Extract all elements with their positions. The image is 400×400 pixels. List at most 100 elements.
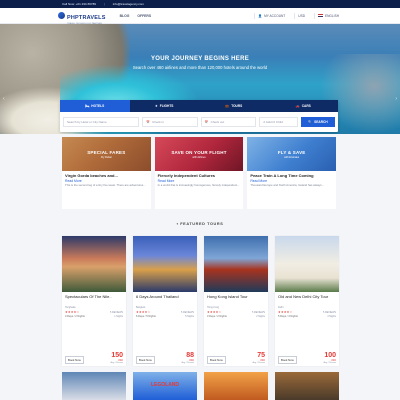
plane-icon: ✈ — [155, 104, 158, 108]
tab-cars[interactable]: 🚗 CARS — [268, 100, 338, 112]
search-label: SEARCH — [314, 120, 328, 124]
tour-image[interactable] — [133, 236, 197, 292]
tour-body: Old and New Delhi City Tour Delhi ★★★★☆ … — [275, 292, 339, 366]
nights-tag: 5 Nights — [185, 315, 194, 318]
header-actions: 👤 MY ACCOUNT USD ENGLISH — [254, 12, 342, 19]
account-label: MY ACCOUNT — [264, 13, 286, 18]
tour-image[interactable] — [204, 372, 268, 400]
tour-footer: Book Now 75 USD Avg / Person — [207, 352, 265, 364]
tour-card[interactable]: Hong Kong Island Tour Hong Kong ★★★★☆ 5 … — [204, 236, 268, 366]
per-person: Avg / Person — [181, 362, 194, 364]
banner-headline: FLY & SAVE — [277, 149, 306, 155]
email-text[interactable]: info@travelagency.com — [113, 2, 144, 6]
nav-blog[interactable]: BLOG — [120, 14, 130, 18]
tour-body: 6 Days Around Thailand Bangkok ★★★★☆ 5 R… — [133, 292, 197, 366]
tour-image[interactable]: LEGOLAND — [133, 372, 197, 400]
checkin-input[interactable]: 📅 Check in — [142, 117, 198, 127]
search-button[interactable]: 🔍 SEARCH — [300, 117, 336, 127]
suitcase-icon: 💼 — [225, 104, 230, 108]
tab-tours[interactable]: 💼 TOURS — [199, 100, 269, 112]
tour-name[interactable]: 6 Days Around Thailand — [136, 294, 194, 305]
book-now-button[interactable]: Book Now — [65, 356, 84, 364]
tour-location: Delhi — [278, 306, 284, 309]
per-person: Avg / Person — [110, 362, 123, 364]
hero-subtitle: Search over 460 airlines and more than 1… — [132, 65, 268, 70]
tour-image[interactable] — [62, 372, 126, 400]
offer-banner[interactable]: FLY & SAVE with Emirates — [247, 137, 337, 171]
price-block: 150 USD Avg / Person — [111, 352, 123, 364]
tour-name[interactable]: Old and New Delhi City Tour — [278, 294, 336, 305]
tour-location: Bangkok — [136, 306, 146, 309]
site-header: PHPTRAVELS TRAVEL TECHNOLOGY PARTNER BLO… — [0, 6, 400, 25]
search-fields: Search by Hotel or City Name 📅 Check in … — [60, 112, 338, 132]
duration: 5 Days / 4 Nights — [278, 315, 298, 318]
tour-footer: Book Now 88 USD Avg / Person — [136, 352, 194, 364]
review-count: 5 REVIEWS — [180, 310, 194, 314]
star-rating: ★★★★☆ — [65, 310, 80, 314]
offer-card[interactable]: SPECIAL FARES Fly Dubai Virgin Gorda bea… — [62, 137, 151, 209]
offer-excerpt: Thousand Europe and North America, Icela… — [250, 183, 325, 187]
offer-title[interactable]: Peace Train A Long Time Coming — [250, 173, 333, 178]
location-input[interactable]: Search by Hotel or City Name — [63, 117, 140, 127]
offer-banner[interactable]: SPECIAL FARES Fly Dubai — [62, 137, 151, 171]
guests-value: 2 Adult 0 Child — [263, 120, 283, 124]
tours-grid: Spectaculars Of The Nile.. Hurghada ★★★★… — [62, 236, 344, 366]
tab-hotels[interactable]: 🛏 HOTELS — [60, 100, 130, 112]
us-flag-icon — [318, 13, 323, 18]
account-menu[interactable]: 👤 MY ACCOUNT — [254, 12, 288, 19]
language-label: ENGLISH — [325, 13, 339, 18]
book-now-button[interactable]: Book Now — [278, 356, 297, 364]
tour-card[interactable]: Spectaculars Of The Nile.. Hurghada ★★★★… — [62, 236, 126, 366]
price: 88 — [186, 352, 194, 359]
tour-image[interactable] — [204, 236, 268, 292]
checkout-input[interactable]: 📅 Check out — [200, 117, 257, 127]
tour-name[interactable]: Hong Kong Island Tour — [207, 294, 265, 305]
logo[interactable]: PHPTRAVELS TRAVEL TECHNOLOGY PARTNER — [58, 6, 106, 25]
guests-select[interactable]: 2 Adult 0 Child — [259, 117, 298, 127]
offer-card[interactable]: FLY & SAVE with Emirates Peace Train A L… — [247, 137, 337, 209]
tour-image[interactable] — [62, 236, 126, 292]
review-count: 5 REVIEWS — [251, 310, 265, 314]
offer-title[interactable]: Fiercely Independent Cultures — [158, 173, 241, 178]
duration-row: 5 Days / 4 Nights 4 Nights — [278, 315, 336, 318]
more-tours-row: LEGOLAND — [62, 372, 344, 400]
banner-subline: with Airlines — [192, 155, 206, 159]
tour-card[interactable]: Old and New Delhi City Tour Delhi ★★★★☆ … — [275, 236, 339, 366]
hero-prev-icon[interactable]: ‹ — [3, 96, 5, 102]
price: 100 — [324, 352, 336, 359]
offer-banner[interactable]: SAVE ON YOUR FLIGHT with Airlines — [154, 137, 244, 171]
offer-card[interactable]: SAVE ON YOUR FLIGHT with Airlines Fierce… — [154, 137, 244, 209]
review-count: 5 REVIEWS — [109, 310, 123, 314]
book-now-button[interactable]: Book Now — [136, 356, 155, 364]
offer-excerpt: This is the second leg of a tiny five we… — [65, 183, 146, 187]
duration-row: 3 Days / 2 Nights 1 Nights — [65, 315, 123, 318]
search-panel: 🛏 HOTELS ✈ FLIGHTS 💼 TOURS 🚗 CARS Search… — [60, 100, 338, 132]
checkout-placeholder: Check out — [210, 120, 225, 124]
rating-row: ★★★★☆ 5 REVIEWS — [207, 310, 265, 314]
tab-label: TOURS — [231, 104, 243, 108]
price: 150 — [111, 352, 123, 359]
tab-label: CARS — [301, 104, 311, 108]
tour-name[interactable]: Spectaculars Of The Nile.. — [65, 294, 123, 305]
tab-flights[interactable]: ✈ FLIGHTS — [129, 100, 199, 112]
tour-card[interactable]: 6 Days Around Thailand Bangkok ★★★★☆ 5 R… — [133, 236, 197, 366]
currency-select[interactable]: USD — [294, 12, 308, 19]
book-now-button[interactable]: Book Now — [207, 356, 226, 364]
suitcase-icon: ⬩ — [176, 222, 179, 226]
language-select[interactable]: ENGLISH — [314, 12, 342, 19]
hero-next-icon[interactable]: › — [395, 96, 397, 102]
location-placeholder: Search by Hotel or City Name — [67, 120, 107, 124]
offer-body: Virgin Gorda beaches and... Read More Th… — [62, 171, 151, 190]
star-rating: ★★★★☆ — [207, 310, 222, 314]
tour-image[interactable] — [275, 372, 339, 400]
tour-footer: Book Now 100 USD Avg / Person — [278, 352, 336, 364]
nights-tag: 2 Nights — [256, 315, 265, 318]
tour-location: Hong Kong — [207, 306, 219, 309]
nav-offers[interactable]: OFFERS — [137, 14, 151, 18]
rating-row: ★★★★☆ 5 REVIEWS — [136, 310, 194, 314]
featured-title: FEATURED TOURS — [180, 222, 224, 226]
tour-body: Hong Kong Island Tour Hong Kong ★★★★☆ 5 … — [204, 292, 268, 366]
offer-title[interactable]: Virgin Gorda beaches and... — [65, 173, 148, 178]
tour-image[interactable] — [275, 236, 339, 292]
duration-row: 3 Days / 2 Nights 2 Nights — [207, 315, 265, 318]
